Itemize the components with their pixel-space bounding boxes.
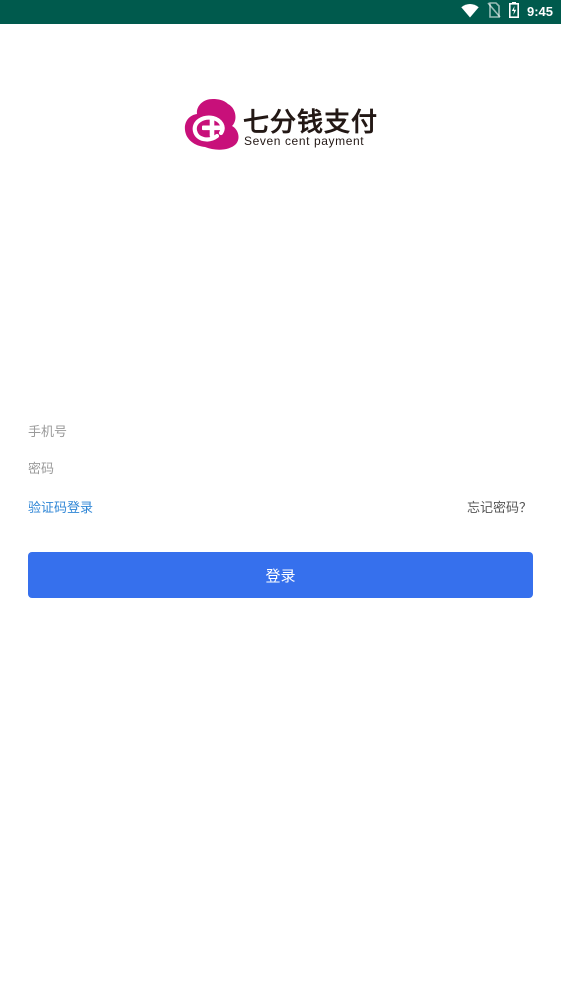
battery-charging-icon	[508, 2, 519, 22]
password-input[interactable]	[28, 455, 533, 483]
sms-login-link[interactable]: 验证码登录	[28, 497, 93, 516]
forgot-password-link[interactable]: 忘记密码？	[467, 497, 532, 516]
status-icons: 9:45	[461, 0, 553, 24]
status-bar: 9:45	[0, 0, 561, 24]
status-time: 9:45	[526, 4, 553, 19]
no-sim-icon	[487, 2, 501, 22]
wifi-icon	[461, 3, 479, 22]
app-logo: 七分钱支付 Seven cent payment	[183, 96, 383, 154]
phone-input[interactable]	[28, 418, 533, 446]
seven-cent-logo-icon	[184, 99, 239, 150]
login-button[interactable]: 登录	[28, 552, 533, 598]
logo-subtitle: Seven cent payment	[244, 134, 365, 148]
